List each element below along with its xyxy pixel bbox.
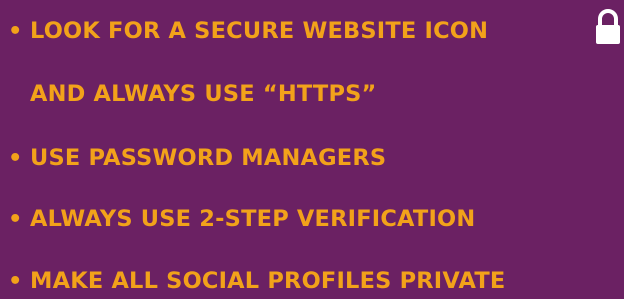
tip-text-secure-icon: LOOK FOR A SECURE WEBSITE ICON xyxy=(30,18,489,44)
bullet: • xyxy=(8,268,23,294)
tip-text-private-profiles: MAKE ALL SOCIAL PROFILES PRIVATE xyxy=(30,268,506,294)
bullet: • xyxy=(8,206,23,232)
tip-line-1: • LOOK FOR A SECURE WEBSITE ICON xyxy=(8,16,488,46)
security-tips-slide: • LOOK FOR A SECURE WEBSITE ICON AND ALW… xyxy=(0,0,624,299)
tip-line-3: • USE PASSWORD MANAGERS xyxy=(8,143,386,173)
tip-line-2: AND ALWAYS USE “HTTPS” xyxy=(8,79,377,109)
bullet: • xyxy=(8,18,23,44)
lock-icon xyxy=(593,8,623,46)
tip-text-password-managers: USE PASSWORD MANAGERS xyxy=(30,145,387,171)
tip-line-5: • MAKE ALL SOCIAL PROFILES PRIVATE xyxy=(8,266,505,296)
bullet: • xyxy=(8,145,23,171)
tip-text-https: AND ALWAYS USE “HTTPS” xyxy=(30,81,377,107)
tip-line-4: • ALWAYS USE 2-STEP VERIFICATION xyxy=(8,204,475,234)
tip-text-2-step: ALWAYS USE 2-STEP VERIFICATION xyxy=(30,206,476,232)
